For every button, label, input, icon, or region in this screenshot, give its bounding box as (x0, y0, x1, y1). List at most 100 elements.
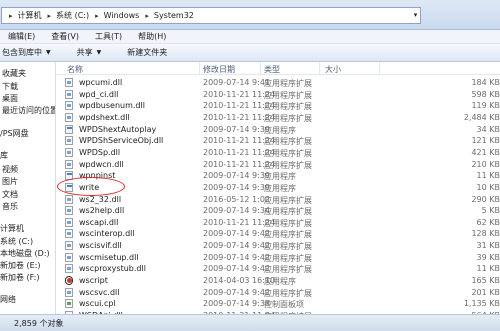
address-bar-area: ▸ 计算机 ▸ 系统 (C:) ▸ Windows ▸ System32 ▾ (0, 0, 500, 30)
nav-computer[interactable]: 计算机 (0, 223, 24, 234)
nav-label: 网络 (0, 295, 16, 304)
breadcrumb-windows[interactable]: ▸ Windows (92, 11, 139, 20)
file-row[interactable]: wpcumi.dll 2009-07-14 9:41 应用程序扩展 184 KB (57, 77, 500, 88)
nav-wps-cloud[interactable]: /PS网盘 (0, 128, 29, 139)
column-header-row: 名称 修改日期 类型 大小 (57, 62, 500, 75)
nav-drive-d[interactable]: 本地磁盘 (D:) (0, 248, 50, 259)
nav-favorites[interactable]: 收藏夹 (2, 68, 26, 79)
file-type: 应用程序 (264, 125, 296, 135)
menu-view[interactable]: 查看(V) (43, 31, 87, 42)
file-row[interactable]: WPDSp.dll 2010-11-21 11:24 应用程序扩展 421 KB (57, 147, 500, 158)
chevron-down-icon[interactable]: ▾ (410, 8, 421, 23)
file-row[interactable]: wpd_ci.dll 2010-11-21 11:24 应用程序扩展 598 KB (57, 89, 500, 100)
file-row[interactable]: wscapi.dll 2010-11-21 11:24 应用程序扩展 62 KB (57, 217, 500, 228)
file-type: 应用程序扩展 (264, 265, 312, 275)
column-header-size[interactable]: 大小 (325, 64, 341, 75)
column-header-date[interactable]: 修改日期 (203, 64, 235, 75)
breadcrumb-label: System32 (153, 11, 194, 20)
file-name: wscript (79, 276, 108, 286)
nav-label: 新加卷 (F:) (0, 273, 40, 282)
nav-network[interactable]: 网络 (0, 294, 16, 305)
file-row[interactable]: wpnpinst 2009-07-14 9:39 应用程序 11 KB (57, 170, 500, 181)
new-folder-button[interactable]: 新建文件夹 (111, 47, 177, 58)
nav-drive-e[interactable]: 新加卷 (E:) (0, 260, 41, 271)
file-size: 210 KB (471, 159, 500, 169)
nav-drive-c[interactable]: 系统 (C:) (0, 236, 33, 247)
file-name: WPDSp.dll (79, 147, 121, 157)
breadcrumb-system32[interactable]: ▸ System32 (142, 11, 194, 20)
file-row[interactable]: wscsvc.dll 2009-07-14 9:42 应用程序扩展 201 KB (57, 287, 500, 298)
file-name: wscinterop.dll (79, 229, 135, 239)
address-bar[interactable]: ▸ 计算机 ▸ 系统 (C:) ▸ Windows ▸ System32 ▾ (1, 7, 421, 24)
column-header-name[interactable]: 名称 (67, 64, 83, 75)
menu-edit[interactable]: 编辑(E) (0, 31, 43, 42)
file-row[interactable]: wpdwcn.dll 2010-11-21 11:24 应用程序扩展 210 KB (57, 159, 500, 170)
nav-label: 库 (0, 151, 8, 160)
nav-label: 桌面 (2, 94, 18, 103)
chevron-right-icon: ▸ (9, 11, 13, 20)
file-type: 应用程序扩展 (264, 90, 312, 100)
file-row[interactable]: write 2009-07-14 9:39 应用程序 10 KB (57, 182, 500, 193)
file-row[interactable]: WPDShextAutoplay 2009-07-14 9:39 应用程序 34 KB (57, 124, 500, 135)
file-row[interactable]: wpdbusenum.dll 2010-11-21 11:24 应用程序扩展 119 … (57, 100, 500, 111)
column-divider[interactable] (379, 62, 380, 75)
nav-documents[interactable]: 文档 (2, 189, 18, 200)
menu-help[interactable]: 帮助(H) (130, 31, 174, 42)
file-size: 421 KB (471, 147, 500, 157)
file-date: 2009-07-14 9:38 (203, 299, 270, 309)
dll-icon (65, 101, 73, 111)
file-type: 应用程序扩展 (264, 113, 312, 123)
command-toolbar: 包含到库中 ▼ 共享 ▼ 新建文件夹 (0, 44, 500, 62)
dll-icon (65, 194, 73, 204)
file-date: 2009-07-14 9:42 (203, 241, 270, 251)
file-name: wscmisetup.dll (79, 252, 139, 262)
chevron-down-icon: ▼ (96, 49, 102, 56)
file-name: wpdwcn.dll (79, 159, 124, 169)
nav-videos[interactable]: 视频 (2, 164, 18, 175)
chevron-right-icon: ▸ (95, 11, 99, 20)
file-row[interactable]: wscmisetup.dll 2009-07-14 9:42 应用程序扩展 39 KB (57, 252, 500, 263)
file-row[interactable]: wscinterop.dll 2009-07-14 9:42 应用程序扩展 128 K… (57, 228, 500, 239)
object-count: 2,859 个对象 (14, 318, 64, 328)
nav-label: 视频 (2, 165, 18, 174)
nav-recent-places[interactable]: 最近访问的位置 (2, 105, 55, 116)
menu-bar: 编辑(E) 查看(V) 工具(T) 帮助(H) (0, 30, 500, 44)
nav-pictures[interactable]: 图片 (2, 176, 18, 187)
breadcrumb-label: Windows (103, 11, 140, 20)
status-bar: 2,859 个对象 (0, 314, 500, 331)
file-row[interactable]: ws2_32.dll 2016-05-12 1:02 应用程序扩展 290 KB (57, 194, 500, 205)
nav-label: /PS网盘 (0, 129, 29, 138)
file-row[interactable]: wscproxystub.dll 2009-07-14 9:42 应用程序扩展 11 … (57, 263, 500, 274)
file-row[interactable]: wscui.cpl 2009-07-14 9:38 控制面板项 1,135 KB (57, 298, 500, 309)
column-divider[interactable] (319, 62, 320, 75)
file-row[interactable]: wpdshext.dll 2010-11-21 11:24 应用程序扩展 2,484 … (57, 112, 500, 123)
column-divider[interactable] (199, 62, 200, 75)
breadcrumb-drive-c[interactable]: ▸ 系统 (C:) (45, 10, 90, 21)
file-size: 39 KB (476, 252, 500, 262)
file-row[interactable]: ws2help.dll 2009-07-14 9:34 应用程序扩展 5 KB (57, 205, 500, 216)
file-name: ws2help.dll (79, 206, 125, 216)
file-row[interactable]: WPDShServiceObj.dll 2010-11-21 11:24 应用程序扩… (57, 135, 500, 146)
file-size: 62 KB (476, 217, 500, 227)
column-divider[interactable] (260, 62, 261, 75)
nav-downloads[interactable]: 下载 (2, 81, 18, 92)
file-name: wpd_ci.dll (79, 89, 119, 99)
nav-desktop[interactable]: 桌面 (2, 93, 18, 104)
file-row[interactable]: wscript 2014-04-03 16:10 应用程序 165 KB (57, 275, 500, 286)
file-size: 10 KB (476, 182, 500, 192)
dll-icon (65, 147, 73, 157)
column-header-type[interactable]: 类型 (264, 64, 280, 75)
chevron-right-icon: ▸ (145, 11, 149, 20)
file-date: 2009-07-14 9:42 (203, 229, 270, 239)
file-date: 2016-05-12 1:02 (203, 194, 270, 204)
share-button[interactable]: 共享 ▼ (61, 47, 112, 58)
menu-tools[interactable]: 工具(T) (87, 31, 130, 42)
file-row[interactable]: wscisvif.dll 2009-07-14 9:42 应用程序扩展 31 KB (57, 240, 500, 251)
nav-label: 新加卷 (E:) (0, 261, 41, 270)
nav-drive-f[interactable]: 新加卷 (F:) (0, 272, 39, 283)
file-date: 2009-07-14 9:42 (203, 252, 270, 262)
nav-music[interactable]: 音乐 (2, 201, 18, 212)
nav-libraries[interactable]: 库 (0, 150, 8, 161)
include-in-library-button[interactable]: 包含到库中 ▼ (0, 47, 61, 58)
breadcrumb-computer[interactable]: ▸ 计算机 (6, 10, 42, 21)
